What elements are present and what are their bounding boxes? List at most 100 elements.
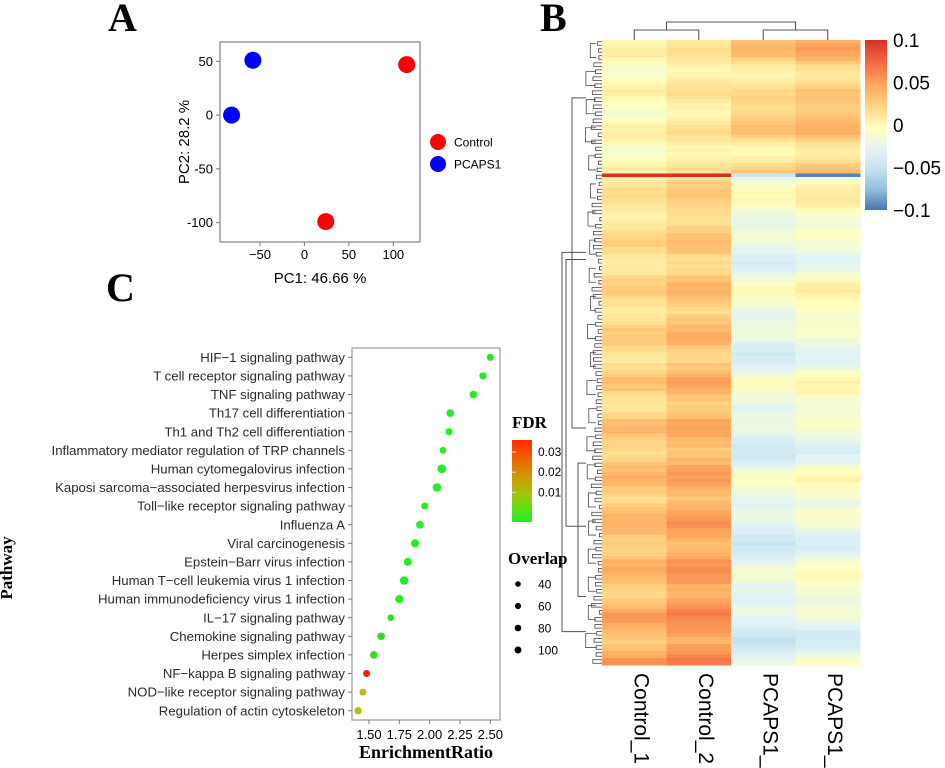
heatmap-cell xyxy=(666,327,732,333)
heatmap-cell xyxy=(795,113,861,118)
heatmap-cell xyxy=(602,75,667,80)
heatmap-cell xyxy=(666,619,732,624)
heatmap-cell xyxy=(666,229,732,234)
heatmap-cell xyxy=(666,317,732,322)
heatmap-cell xyxy=(602,426,667,431)
heatmap-cell xyxy=(731,261,796,266)
heatmap-cell xyxy=(795,338,861,343)
heatmap-cell xyxy=(666,247,732,252)
heatmap-cell xyxy=(666,124,732,129)
heatmap-cell xyxy=(602,99,667,104)
pca-legend: Control PCAPS1 xyxy=(430,134,502,172)
heatmap-cell xyxy=(731,334,796,340)
heatmap-cell xyxy=(602,306,667,311)
heatmap-cell xyxy=(795,647,861,652)
heatmap-cell xyxy=(731,278,796,283)
heatmap-cell xyxy=(666,240,732,245)
pathway-label: NF−kappa B signaling pathway xyxy=(163,666,346,681)
pathway-label: NOD−like receptor signaling pathway xyxy=(128,685,346,700)
heatmap-cell xyxy=(731,236,796,241)
heatmap-cell xyxy=(602,173,667,178)
heatmap-cell xyxy=(731,254,796,259)
heatmap-cell xyxy=(731,57,796,62)
dotplot-point xyxy=(359,688,367,696)
row-dendrogram-branch xyxy=(596,589,602,594)
pca-legend-label: PCAPS1 xyxy=(454,158,502,172)
row-dendrogram-branch xyxy=(598,55,602,60)
heatmap-cell xyxy=(731,243,796,248)
heatmap-cell xyxy=(731,601,796,606)
heatmap-cell xyxy=(731,454,796,459)
x-tick-label: 1.50 xyxy=(356,727,381,742)
heatmap-cell xyxy=(731,82,796,87)
heatmap-cell xyxy=(731,552,796,557)
heatmap-cell xyxy=(795,296,861,301)
heatmap-cell xyxy=(666,657,732,663)
heatmap-cell xyxy=(795,552,861,557)
heatmap-cell xyxy=(795,47,861,52)
overlap-legend-label: 80 xyxy=(538,622,552,636)
heatmap-cell xyxy=(602,131,667,136)
heatmap-cell xyxy=(666,89,732,94)
heatmap-cell xyxy=(795,215,861,220)
heatmap-cell xyxy=(731,292,796,297)
heatmap-cell xyxy=(666,166,732,171)
heatmap-cell xyxy=(602,250,667,255)
heatmap-cell xyxy=(602,240,667,245)
heatmap-cell xyxy=(666,176,732,182)
heatmap-cell xyxy=(731,612,796,617)
heatmap-cell xyxy=(602,566,667,571)
heatmap-cell xyxy=(795,426,861,431)
row-dendrogram-branch xyxy=(593,357,602,362)
heatmap-cell xyxy=(666,401,732,406)
heatmap-cell xyxy=(602,654,667,659)
row-dendrogram-branch xyxy=(577,462,586,598)
heatmap-cell xyxy=(795,356,861,361)
heatmap-cell xyxy=(795,190,861,196)
pca-point xyxy=(398,56,416,74)
heatmap-cell xyxy=(666,47,732,52)
row-dendrogram-branch xyxy=(595,322,602,327)
heatmap-cell xyxy=(731,538,796,543)
heatmap-cell xyxy=(731,141,796,146)
heatmap-cell xyxy=(602,615,667,620)
heatmap-cell xyxy=(731,415,796,420)
heatmap-cell xyxy=(602,514,667,519)
heatmap-cell xyxy=(666,647,732,652)
heatmap-cell xyxy=(795,629,861,634)
heatmap-cell xyxy=(666,517,732,522)
heatmap-cell xyxy=(731,443,796,448)
heatmap-cell xyxy=(602,57,667,62)
heatmap-cell xyxy=(602,180,667,185)
heatmap-cell xyxy=(666,159,732,164)
heatmap-cell xyxy=(731,503,796,508)
heatmap-cell xyxy=(731,194,796,199)
heatmap-cell xyxy=(602,243,667,248)
heatmap-cell xyxy=(602,401,667,406)
panel-a-pca-plot: 50 0 -50 -100 −50 0 50 100 PC1: 46.66 % PC2: 2… xyxy=(176,41,502,287)
heatmap-cell xyxy=(731,661,796,666)
heatmap-cell xyxy=(666,587,732,592)
row-dendrogram-branch xyxy=(592,76,602,81)
heatmap-cell xyxy=(795,243,861,248)
heatmap-cell xyxy=(731,499,796,505)
row-dendrogram-branch xyxy=(596,385,602,390)
heatmap-cell xyxy=(795,134,861,139)
heatmap-cell xyxy=(795,450,861,455)
heatmap-cell xyxy=(795,117,861,122)
heatmap-cell xyxy=(666,64,732,69)
figure-root: A 50 0 -50 -100 −50 0 50 100 PC1: 46.66 % PC2:… xyxy=(0,0,945,768)
heatmap-cell xyxy=(666,426,732,431)
heatmap-cell xyxy=(731,148,796,153)
heatmap-cell xyxy=(602,450,667,455)
heatmap-cell xyxy=(666,391,732,396)
heatmap-cell xyxy=(731,180,796,185)
heatmap-cell xyxy=(602,629,667,634)
heatmap-cell xyxy=(795,247,861,252)
heatmap-cell xyxy=(795,419,861,424)
y-tick-label: -50 xyxy=(194,161,213,176)
heatmap-cell xyxy=(602,370,667,375)
heatmap-cell xyxy=(666,271,732,276)
heatmap-cell xyxy=(731,152,796,157)
heatmap-cell xyxy=(602,587,667,592)
